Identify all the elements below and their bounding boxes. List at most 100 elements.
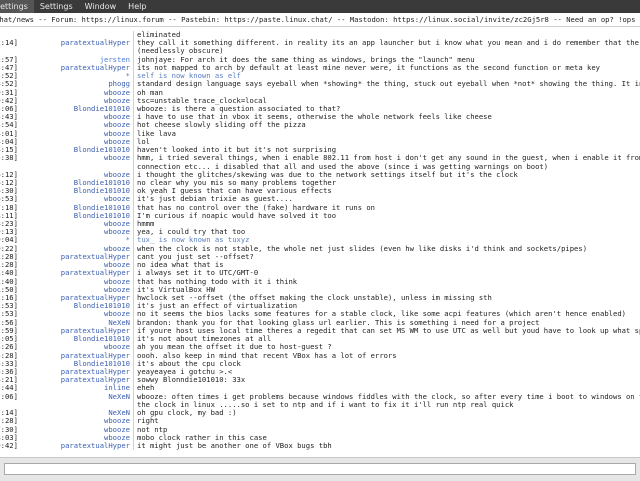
message-text: standard design language says eyeball wh… — [137, 80, 640, 89]
message-text: like lava — [137, 129, 176, 138]
message-text: eheh — [137, 384, 155, 393]
message-text: connection etc... i disabled that all an… — [137, 162, 549, 171]
menu-settings-cut[interactable]: Settings — [0, 0, 34, 13]
nickname[interactable] — [42, 31, 134, 40]
nickname[interactable]: wbooze — [42, 113, 134, 122]
nickname[interactable]: wbooze — [42, 195, 134, 204]
timestamp-text: 41:50] — [0, 285, 18, 294]
nickname[interactable]: inline — [42, 384, 134, 393]
chat-line: 48:03] wboozemobo clock rather in this ca… — [0, 433, 640, 442]
chat-line: 43:26] wboozeah you mean the offset it du… — [0, 343, 640, 352]
nickname[interactable]: Blondie101010 — [42, 203, 134, 212]
timestamp: 33:43] — [0, 113, 42, 121]
timestamp: 43:33] — [0, 360, 42, 368]
timestamp-text: 29:31] — [0, 88, 18, 97]
message-text: wbooze: is there a question associated t… — [137, 104, 341, 113]
nickname[interactable]: wbooze — [42, 154, 134, 163]
nickname[interactable]: paratextualHyper — [42, 367, 134, 377]
nickname[interactable]: Blondie101010 — [42, 359, 134, 368]
nickname[interactable]: paratextualHyper — [42, 63, 134, 73]
nickname[interactable]: wbooze — [42, 277, 134, 286]
timestamp-text: 36:53] — [0, 195, 18, 204]
timestamp-text: 45:44] — [0, 384, 18, 393]
nickname[interactable]: NeXeN — [42, 409, 134, 418]
nickname[interactable]: Blondie101010 — [42, 211, 134, 221]
timestamp — [0, 163, 42, 171]
nickname[interactable] — [42, 47, 134, 56]
nickname[interactable]: Blondie101010 — [42, 302, 134, 311]
nickname[interactable]: wbooze — [42, 137, 134, 147]
timestamp-text: 42:53] — [0, 310, 18, 319]
nickname[interactable] — [42, 162, 134, 171]
timestamp-text: 48:03] — [0, 433, 18, 442]
nickname[interactable]: jersten — [42, 55, 134, 64]
chat-log[interactable]: eliminated12:14]paratextualHyperthey cal… — [0, 31, 640, 454]
message-text: oh gpu clock, my bad :) — [137, 409, 237, 418]
timestamp: 44:21] — [0, 376, 42, 384]
chat-line: 47:28] wboozeright — [0, 417, 640, 426]
chat-line: 29:42] wboozetsc=unstable trace_clock=loc… — [0, 96, 640, 105]
message-text: lol — [137, 137, 150, 146]
message-text: johnjaye: For arch it does the same thin… — [137, 55, 475, 64]
nickname[interactable]: paratextualHyper — [42, 294, 134, 303]
message-text: they call it something different. in rea… — [137, 39, 640, 48]
timestamp: 40:22] — [0, 245, 42, 253]
timestamp-text: 34:15] — [0, 146, 18, 155]
timestamp: 13:52] — [0, 72, 42, 80]
nickname[interactable]: NeXeN — [42, 392, 134, 401]
nickname[interactable]: paratextualHyper — [42, 351, 134, 360]
chat-line: 43:33] Blondie101010it's about the cpu cl… — [0, 359, 640, 368]
nickname[interactable]: * — [42, 236, 134, 245]
timestamp: 33:54] — [0, 121, 42, 129]
chat-line: 41:28] wboozeno idea what that is — [0, 261, 640, 270]
nickname[interactable]: wbooze — [42, 285, 134, 294]
message-text: cant you just set --offset? — [137, 252, 254, 261]
status-message: tux_ is now known as tuxyz — [137, 236, 250, 245]
nickname[interactable]: wbooze — [42, 433, 134, 442]
menu-settings[interactable]: Settings — [34, 0, 79, 13]
menu-window[interactable]: Window — [79, 0, 123, 13]
nickname[interactable]: NeXeN — [42, 318, 134, 327]
nickname[interactable]: Blondie101010 — [42, 187, 134, 196]
timestamp: 43:26] — [0, 343, 42, 351]
nickname[interactable]: wbooze — [42, 261, 134, 270]
menu-help[interactable]: Help — [122, 0, 152, 13]
nickname[interactable]: wbooze — [42, 425, 134, 434]
nickname[interactable]: wbooze — [42, 220, 134, 229]
nickname[interactable]: wbooze — [42, 88, 134, 97]
timestamp-text: 42:53] — [0, 302, 18, 311]
nickname[interactable]: wbooze — [42, 417, 134, 426]
nickname[interactable]: Blondie101010 — [42, 335, 134, 344]
nickname[interactable]: wbooze — [42, 244, 134, 253]
nickname[interactable]: paratextualHyper — [42, 39, 134, 48]
nickname[interactable]: phogg — [42, 80, 134, 89]
timestamp: 28:52] — [0, 80, 42, 88]
chat-line: 28:52] phoggstandard design language says… — [0, 80, 640, 89]
nickname[interactable]: Blondie101010 — [42, 104, 134, 114]
message-text: oooh. also keep in mind that recent VBox… — [137, 351, 397, 360]
timestamp-text: 36:12] — [0, 170, 18, 179]
nickname[interactable]: wbooze — [42, 343, 134, 352]
nickname[interactable] — [42, 400, 134, 410]
nickname[interactable]: wbooze — [42, 121, 134, 130]
message-input[interactable] — [4, 463, 636, 475]
nickname[interactable]: * — [42, 72, 134, 81]
timestamp-text: 41:28] — [0, 261, 18, 270]
nickname[interactable]: paratextualHyper — [42, 441, 134, 451]
message-text: yea, i could try that too — [137, 228, 246, 237]
nickname[interactable]: paratextualHyper — [42, 376, 134, 385]
nickname[interactable]: Blondie101010 — [42, 178, 134, 188]
message-text: wbooze: often times i get problems becau… — [137, 392, 640, 401]
nickname[interactable]: wbooze — [42, 96, 134, 105]
nickname[interactable]: wbooze — [42, 170, 134, 179]
nickname[interactable]: Blondie101010 — [42, 146, 134, 155]
chat-line: 49:42] paratextualHyperit might just be a… — [0, 441, 640, 451]
nickname[interactable]: paratextualHyper — [42, 252, 134, 262]
nickname[interactable]: paratextualHyper — [42, 326, 134, 336]
nickname[interactable]: wbooze — [42, 310, 134, 319]
chat-line: 34:15] Blondie101010haven't looked into i… — [0, 146, 640, 155]
nickname[interactable]: wbooze — [42, 228, 134, 237]
nickname[interactable]: wbooze — [42, 129, 134, 138]
nickname[interactable]: paratextualHyper — [42, 269, 134, 278]
timestamp-text: 47:14] — [0, 409, 18, 418]
